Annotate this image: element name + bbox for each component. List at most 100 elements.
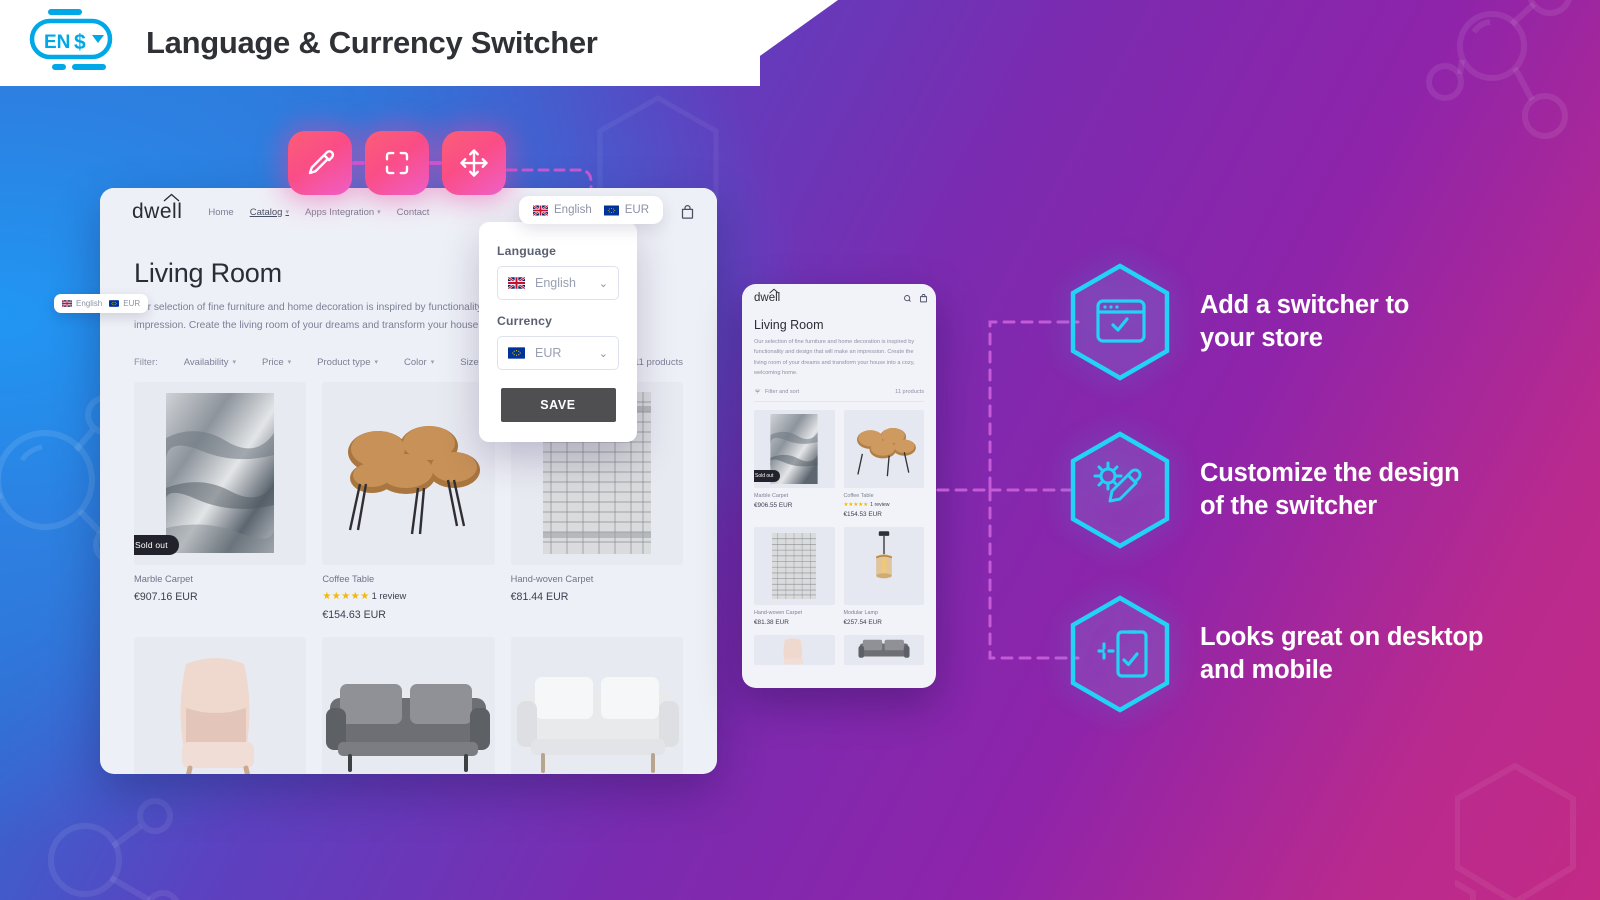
collection-title: Living Room	[754, 318, 824, 332]
chevron-down-icon: ⌄	[598, 347, 608, 360]
uk-flag-icon	[62, 300, 72, 307]
product-card[interactable]: Hand-woven Carpet €81.38 EUR	[754, 527, 835, 626]
eu-flag-icon	[109, 300, 120, 307]
chevron-down-icon: ▾	[232, 359, 236, 367]
product-card[interactable]: Modular Lamp €257.54 EUR	[843, 527, 924, 627]
roof-icon	[163, 193, 180, 202]
store-logo[interactable]: dwell	[132, 193, 183, 224]
product-price: €257.54 EUR	[843, 619, 882, 627]
currency-field-label: Currency	[497, 314, 553, 328]
product-name: Marble Carpet	[754, 493, 789, 500]
armchair-image	[180, 658, 255, 774]
page-title: Language & Currency Switcher	[146, 25, 598, 60]
product-price: €81.38 EUR	[754, 619, 789, 627]
store-logo-text: dwell	[132, 200, 183, 223]
filter-color[interactable]: Color ▾	[404, 357, 434, 368]
svg-text:EN: EN	[44, 32, 70, 53]
star-rating-icon: ★★★★★	[843, 502, 869, 509]
poster-canvas: EN $ Language & Currency Switcher dwell …	[0, 0, 1600, 900]
product-name: Coffee Table	[322, 573, 375, 584]
nav-item-catalog[interactable]: Catalog ▾	[250, 207, 289, 218]
product-card[interactable]	[510, 636, 683, 774]
review-count: 1 review	[870, 502, 890, 509]
armchair-image	[783, 638, 804, 665]
product-card[interactable]: Sold out Marble Carpet €906.55 EUR	[754, 410, 835, 518]
language-select-value: English	[535, 276, 576, 290]
chevron-down-icon: ▾	[285, 209, 289, 216]
save-button[interactable]: SAVE	[500, 388, 616, 422]
product-price: €907.16 EUR	[134, 590, 198, 603]
svg-text:$: $	[74, 31, 86, 54]
product-card[interactable]	[843, 635, 924, 666]
eu-flag-icon	[508, 347, 525, 359]
switcher-language-label: English	[554, 204, 592, 216]
product-image	[843, 527, 924, 606]
mobile-product-count: 11 products	[895, 388, 924, 395]
move-tool-button[interactable]	[442, 131, 506, 195]
currency-select-value: EUR	[535, 346, 562, 360]
product-image	[843, 635, 924, 666]
nav-item-contact[interactable]: Contact	[397, 207, 430, 218]
filter-label: Filter:	[134, 356, 158, 368]
switcher-language-display[interactable]: English	[533, 204, 592, 216]
nav-item-home[interactable]: Home	[208, 207, 233, 218]
mobile-store-mockup: dwell Living Room Our selection of fine …	[742, 284, 936, 688]
header: EN $ Language & Currency Switcher	[0, 0, 598, 86]
sold-out-badge: Sold out	[134, 534, 179, 555]
eu-flag-icon	[603, 205, 619, 215]
nav-item-apps-integration[interactable]: Apps Integration ▾	[305, 207, 381, 218]
feature-line-2: of the switcher	[1200, 492, 1377, 520]
molecule-decoration-bottom-left	[25, 790, 205, 900]
eyedropper-tool-button[interactable]	[288, 131, 352, 195]
cart-icon[interactable]	[919, 293, 928, 303]
switcher-currency-display[interactable]: EUR	[109, 299, 140, 308]
frame-tool-button[interactable]	[365, 131, 429, 195]
product-card[interactable]	[134, 636, 307, 774]
product-card[interactable]: Coffee Table ★★★★★ 1 review €154.63 EUR	[322, 381, 495, 621]
mobile-product-grid: Sold out Marble Carpet €906.55 EUR Coffe…	[754, 410, 925, 666]
chevron-down-icon: ⌄	[598, 277, 608, 290]
coffee-table-image	[856, 428, 916, 477]
feature-line-1: Looks great on desktop	[1200, 622, 1484, 651]
handwoven-carpet-image	[772, 533, 817, 600]
switcher-language-display[interactable]: English	[62, 299, 102, 308]
store-logo[interactable]: dwell	[754, 288, 780, 304]
filter-availability[interactable]: Availability ▾	[184, 357, 236, 368]
feature-line-1: Customize the design	[1200, 458, 1460, 487]
chevron-down-icon: ▾	[287, 359, 292, 367]
switcher-pill-desktop[interactable]: English EUR	[519, 196, 663, 224]
product-rating: ★★★★★ 1 review	[844, 502, 925, 508]
product-count: 11 products	[634, 356, 683, 368]
mobile-navbar: dwell	[742, 284, 936, 312]
mobile-filter-bar[interactable]: Filter and sort 11 products	[754, 388, 924, 403]
product-card[interactable]: Coffee Table ★★★★★ 1 review €154.53 EUR	[843, 410, 925, 518]
chevron-down-icon: ▾	[430, 359, 435, 367]
filter-price[interactable]: Price ▾	[262, 357, 291, 368]
product-image	[322, 381, 495, 565]
crop-frame-icon	[385, 151, 409, 175]
filter-sort-icon	[754, 390, 761, 394]
product-image	[843, 410, 924, 489]
switcher-pill-mobile[interactable]: English EUR	[54, 294, 149, 313]
product-rating: ★★★★★ 1 review	[322, 591, 494, 602]
chevron-down-icon: ▾	[377, 209, 381, 216]
product-name: Marble Carpet	[134, 573, 193, 584]
filter-product-type[interactable]: Product type ▾	[317, 357, 378, 368]
product-card[interactable]	[322, 636, 495, 774]
product-card[interactable]	[754, 635, 835, 666]
star-rating-icon: ★★★★★	[322, 590, 370, 602]
product-price: €154.63 EUR	[322, 608, 386, 621]
feature-icon-hexagon	[1066, 594, 1174, 714]
white-corner-sofa-image	[516, 677, 679, 774]
feature-item-add-switcher: Add a switcher to your store	[1066, 262, 1409, 382]
switcher-currency-label: EUR	[624, 204, 649, 216]
currency-select[interactable]: EUR ⌄	[497, 336, 619, 370]
feature-item-desktop-mobile: Looks great on desktop and mobile	[1066, 594, 1483, 714]
search-icon[interactable]	[903, 294, 912, 303]
language-select[interactable]: English ⌄	[497, 266, 619, 300]
chevron-down-icon: ▾	[374, 359, 379, 367]
cart-icon[interactable]	[680, 204, 695, 220]
eyedropper-icon	[308, 150, 335, 175]
product-card[interactable]: Sold out Marble Carpet €907.16 EUR	[134, 381, 307, 621]
switcher-currency-display[interactable]: EUR	[603, 204, 649, 216]
